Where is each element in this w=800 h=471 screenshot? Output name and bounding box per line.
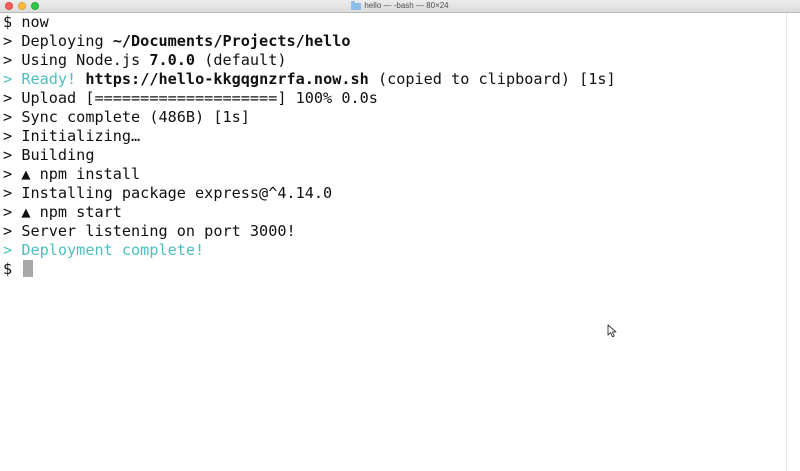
folder-icon — [351, 0, 362, 10]
terminal-line: > ▲ npm start — [3, 203, 783, 222]
prompt-symbol: > — [3, 89, 13, 107]
prompt-symbol: > — [3, 70, 13, 88]
prompt-symbol: > — [3, 108, 13, 126]
prompt-symbol: > — [3, 146, 13, 164]
prompt-symbol: > — [3, 241, 13, 259]
prompt-symbol: > — [3, 222, 13, 240]
prompt-symbol: > — [3, 203, 13, 221]
window-title-group: hello — -bash — 80×24 — [0, 0, 800, 12]
terminal-text: ▲ npm start — [21, 203, 122, 221]
prompt-symbol: > — [3, 32, 13, 50]
terminal-output[interactable]: $ now > Deploying ~/Documents/Projects/he… — [3, 13, 783, 471]
title-bar[interactable]: hello — -bash — 80×24 — [0, 0, 800, 13]
window-title: hello — -bash — 80×24 — [364, 1, 449, 10]
terminal-line: > Ready! https://hello-kkgqgnzrfa.now.sh… — [3, 70, 783, 89]
terminal-line: $ now — [3, 13, 783, 32]
terminal-line: > Initializing… — [3, 127, 783, 146]
terminal-text: Ready! — [21, 70, 77, 88]
mouse-pointer-icon — [607, 324, 617, 338]
terminal-text: Using Node.js — [21, 51, 150, 69]
terminal-line: > Using Node.js 7.0.0 (default) — [3, 51, 783, 70]
prompt-symbol: > — [3, 165, 13, 183]
terminal-text: Building — [21, 146, 95, 164]
prompt-symbol: > — [3, 51, 13, 69]
terminal-text: https://hello-kkgqgnzrfa.now.sh — [85, 70, 369, 88]
terminal-text: 7.0.0 — [149, 51, 196, 69]
terminal-text: ~/Documents/Projects/hello — [112, 32, 351, 50]
terminal-text: ▲ npm install — [21, 165, 141, 183]
terminal-text: Server listening on port 3000! — [21, 222, 296, 240]
terminal-text: Deploying — [21, 32, 113, 50]
terminal-line: > ▲ npm install — [3, 165, 783, 184]
terminal-text: Sync complete (486B) [1s] — [21, 108, 250, 126]
terminal-line: > Sync complete (486B) [1s] — [3, 108, 783, 127]
prompt-symbol: > — [3, 184, 13, 202]
prompt-symbol: $ — [3, 260, 13, 278]
terminal-input-line[interactable]: $ — [3, 260, 783, 279]
terminal-text: Upload [====================] 100% 0.0s — [21, 89, 378, 107]
terminal-line: > Building — [3, 146, 783, 165]
terminal-line: > Upload [====================] 100% 0.0… — [3, 89, 783, 108]
prompt-symbol: > — [3, 127, 13, 145]
terminal-line: > Deploying ~/Documents/Projects/hello — [3, 32, 783, 51]
terminal-text: (default) — [195, 51, 287, 69]
terminal-line: > Installing package express@^4.14.0 — [3, 184, 783, 203]
terminal-window: hello — -bash — 80×24 $ now > Deploying ~… — [0, 0, 800, 471]
terminal-line: > Server listening on port 3000! — [3, 222, 783, 241]
terminal-text: now — [21, 13, 49, 31]
text-cursor — [23, 260, 34, 277]
vertical-scrollbar[interactable] — [786, 13, 800, 471]
terminal-text: Initializing… — [21, 127, 141, 145]
terminal-text: Installing package express@^4.14.0 — [21, 184, 333, 202]
terminal-text: Deployment complete! — [21, 241, 205, 259]
terminal-text: (copied to clipboard) [1s] — [368, 70, 616, 88]
terminal-line: > Deployment complete! — [3, 241, 783, 260]
prompt-symbol: $ — [3, 13, 13, 31]
